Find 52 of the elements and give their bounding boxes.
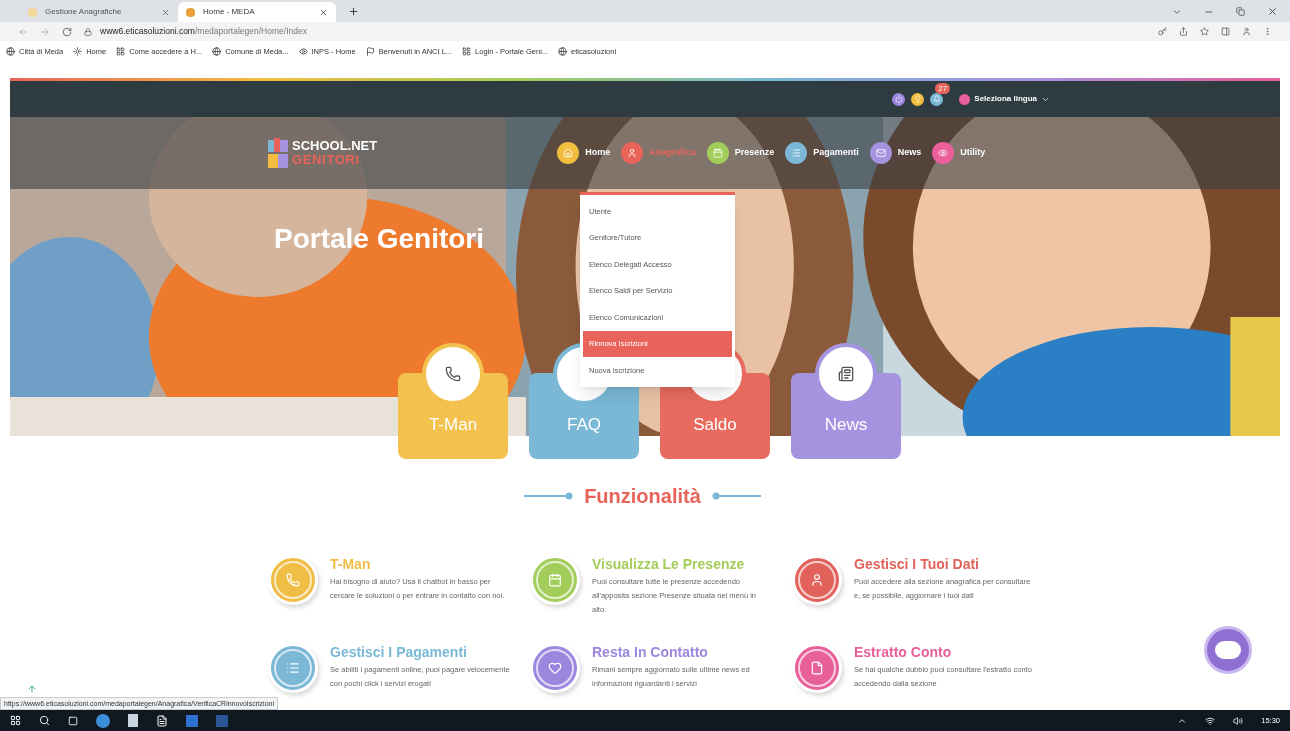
feature-title: Resta In Contatto (592, 643, 709, 661)
nav-item[interactable]: News (869, 142, 922, 164)
decorative-line-icon (524, 492, 575, 500)
tab-title: Gestione Anagrafiche (45, 6, 123, 18)
feature-title: Visualizza Le Presenze (592, 555, 746, 573)
windows-start-icon[interactable] (10, 715, 21, 726)
new-tab-icon[interactable] (348, 6, 359, 17)
task-view-icon[interactable] (68, 715, 78, 726)
menu-icon[interactable] (1263, 27, 1272, 36)
logo-mark-icon (268, 138, 290, 168)
search-icon[interactable] (39, 715, 50, 726)
profile-icon[interactable] (1242, 27, 1251, 36)
nav-item[interactable]: Utility (932, 142, 986, 164)
tab-title: Home - MEDA (203, 6, 256, 18)
chatbot-icon[interactable] (1204, 626, 1252, 674)
reload-icon[interactable] (62, 26, 72, 37)
restore-icon[interactable] (1236, 7, 1245, 16)
feature-title: Gestisci I Pagamenti (330, 643, 468, 661)
bell-icon[interactable] (930, 92, 944, 106)
feature-title: Estratto Conto (854, 643, 953, 661)
feature-title: Gestisci I Tuoi Dati (854, 555, 980, 573)
document-icon[interactable] (156, 714, 168, 727)
logo-text: SCHOOL.NET (292, 139, 378, 153)
network-icon[interactable] (1205, 715, 1216, 726)
arrow-up-icon (27, 684, 37, 694)
newspaper-icon (838, 366, 854, 382)
language-button[interactable]: Seleziona lingua (959, 93, 1050, 105)
close-icon[interactable] (161, 7, 170, 17)
globe-icon (6, 47, 15, 56)
power-icon[interactable] (892, 92, 906, 106)
section-title: Funzionalità (584, 484, 701, 509)
decorative-line-icon (710, 492, 761, 500)
close-icon[interactable] (1267, 6, 1278, 17)
notification-badge: 27 (935, 82, 951, 94)
side-panel-icon[interactable] (1221, 27, 1230, 36)
nav-item[interactable]: Home (557, 142, 611, 164)
nav-item[interactable]: Presenze (706, 142, 775, 164)
nav-item[interactable]: Pagamenti (785, 142, 859, 164)
lock-icon (84, 27, 92, 36)
share-icon[interactable] (1179, 27, 1188, 36)
volume-icon[interactable] (1233, 715, 1244, 726)
key-icon[interactable] (1158, 27, 1167, 36)
globe-icon (212, 47, 222, 56)
close-icon[interactable] (319, 7, 328, 17)
feature-title: T-Man (330, 555, 372, 573)
eye-icon (298, 47, 308, 56)
browser-tab[interactable]: Home - MEDA (178, 2, 336, 22)
star-icon[interactable] (1200, 27, 1209, 36)
lightbulb-icon[interactable] (911, 92, 925, 106)
globe-icon (558, 47, 568, 56)
phone-icon (445, 366, 461, 382)
logo-subtext: GENITORI (292, 153, 361, 167)
